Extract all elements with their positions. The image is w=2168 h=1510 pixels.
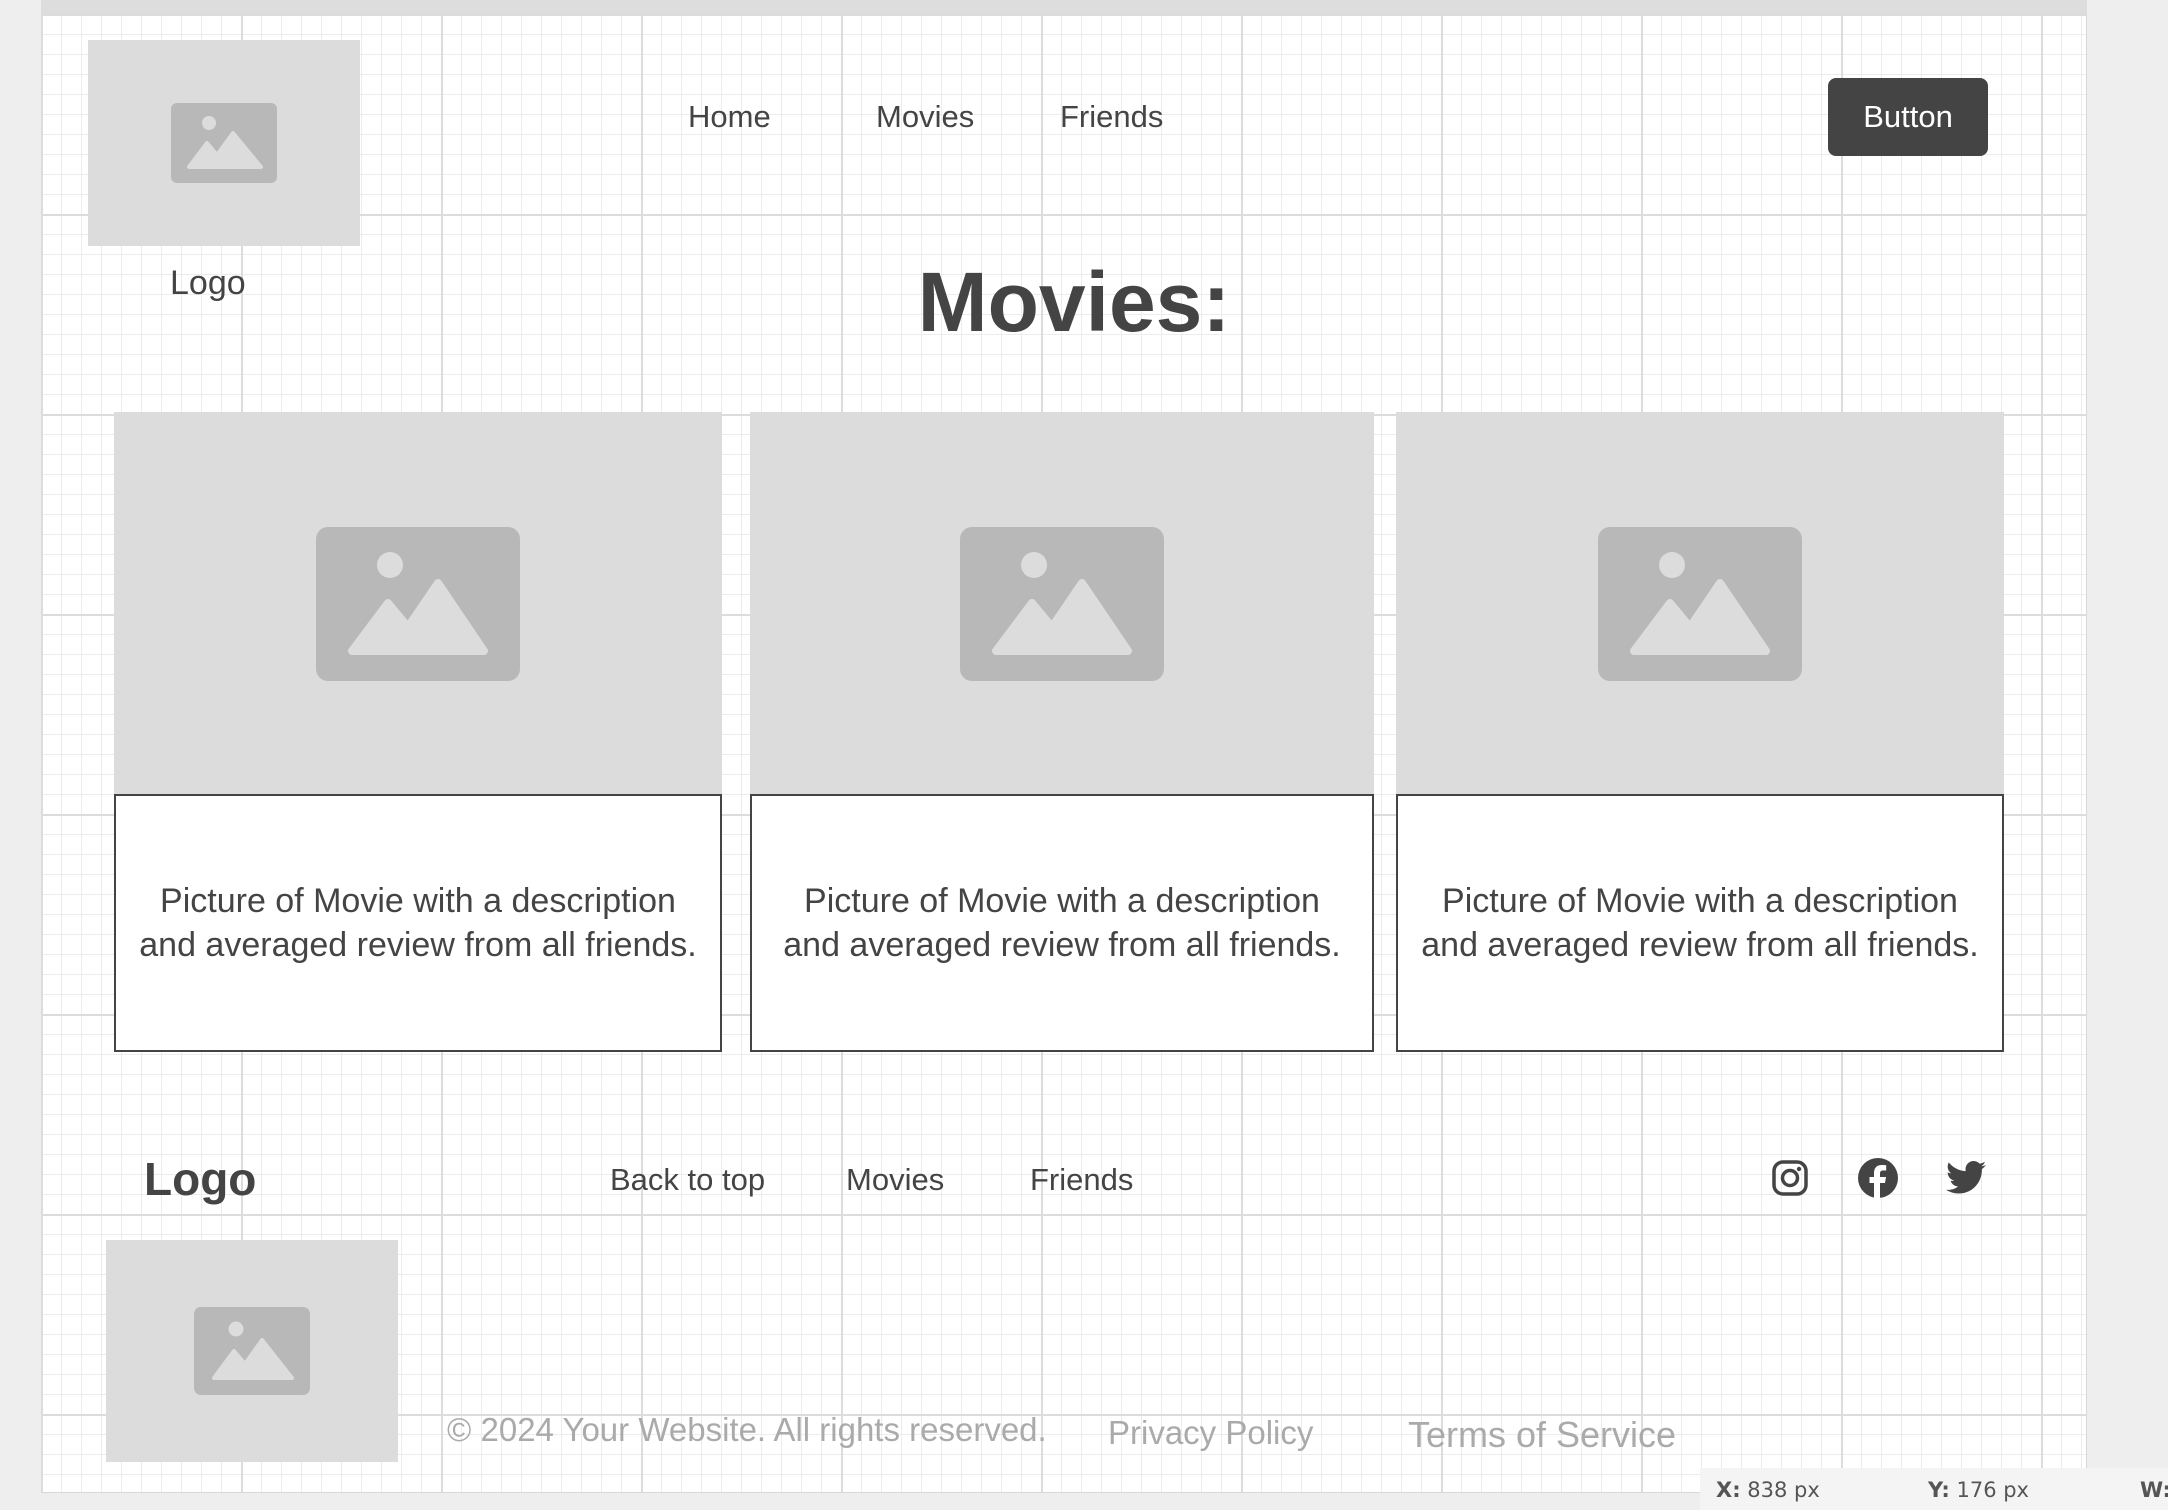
image-placeholder-icon bbox=[194, 1307, 310, 1395]
editor-stage: Logo Home Movies Friends Button Movies: … bbox=[0, 0, 2168, 1510]
movie-card-description: Picture of Movie with a description and … bbox=[1396, 794, 2004, 1052]
footer-logo-image[interactable] bbox=[106, 1240, 398, 1462]
image-placeholder-icon bbox=[316, 527, 520, 681]
image-placeholder-icon bbox=[960, 527, 1164, 681]
facebook-icon[interactable] bbox=[1858, 1158, 1898, 1198]
privacy-policy-link[interactable]: Privacy Policy bbox=[1108, 1414, 1313, 1452]
image-placeholder-icon bbox=[171, 103, 277, 183]
copyright-text: © 2024 Your Website. All rights reserved… bbox=[447, 1411, 1047, 1448]
movie-card-description: Picture of Movie with a description and … bbox=[750, 794, 1374, 1052]
instagram-icon[interactable] bbox=[1770, 1158, 1810, 1198]
footer-link-friends[interactable]: Friends bbox=[1030, 1162, 1133, 1198]
terms-of-service-link[interactable]: Terms of Service bbox=[1408, 1414, 1676, 1456]
canvas-top-bar bbox=[41, 0, 2087, 14]
width-label: W: bbox=[2140, 1478, 2168, 1502]
footer-logo-label: Logo bbox=[144, 1153, 257, 1205]
nav-home[interactable]: Home bbox=[688, 99, 771, 135]
coordinates-readout: X: 838 px Y: 176 px W: bbox=[1700, 1468, 2168, 1510]
header-logo-image[interactable] bbox=[88, 40, 360, 246]
page-title: Movies: bbox=[917, 255, 1231, 349]
movie-card-image[interactable] bbox=[114, 412, 722, 796]
nav-friends[interactable]: Friends bbox=[1060, 99, 1163, 135]
image-placeholder-icon bbox=[1598, 527, 1802, 681]
footer-link-back-to-top[interactable]: Back to top bbox=[610, 1162, 765, 1198]
header-button[interactable]: Button bbox=[1828, 78, 1988, 156]
nav-movies[interactable]: Movies bbox=[876, 99, 974, 135]
x-coordinate-label: X: bbox=[1716, 1478, 1741, 1502]
footer-link-movies[interactable]: Movies bbox=[846, 1162, 944, 1198]
y-coordinate-label: Y: bbox=[1928, 1478, 1950, 1502]
twitter-icon[interactable] bbox=[1946, 1158, 1986, 1198]
x-coordinate-value: 838 px bbox=[1747, 1478, 1820, 1502]
movie-card-image[interactable] bbox=[1396, 412, 2004, 796]
movie-card-image[interactable] bbox=[750, 412, 1374, 796]
y-coordinate-value: 176 px bbox=[1956, 1478, 2029, 1502]
movie-card-description: Picture of Movie with a description and … bbox=[114, 794, 722, 1052]
